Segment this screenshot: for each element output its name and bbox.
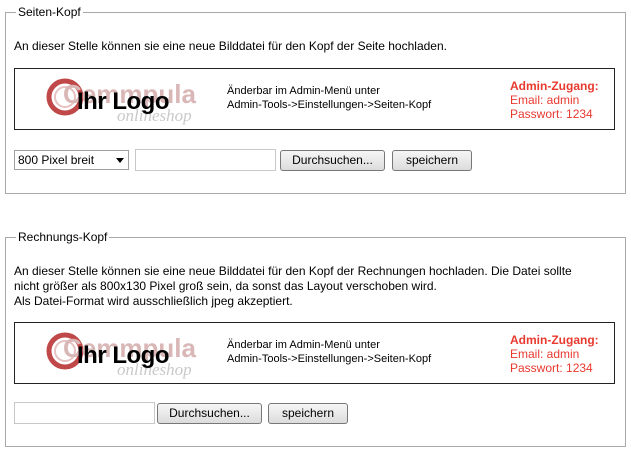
admin-title: Admin-Zugang: (510, 333, 599, 347)
width-select-value: 800 Pixel breit (18, 153, 95, 167)
note-line: Admin-Tools->Einstellungen->Seiten-Kopf (227, 353, 432, 365)
logo-text: Ihr Logo (77, 88, 169, 115)
admin-credentials: Admin-Zugang: Email: admin Passwort: 123… (510, 79, 599, 121)
save-button[interactable]: speichern (268, 403, 348, 424)
note-line: Änderbar im Admin-Menü unter (227, 339, 380, 351)
note-line: Admin-Tools->Einstellungen->Seiten-Kopf (227, 99, 432, 111)
invoice-preview-banner: Cemmpula onlineshop Ihr Logo Änderbar im… (14, 322, 615, 384)
admin-title: Admin-Zugang: (510, 79, 599, 93)
description-line: An dieser Stelle können sie eine neue Bi… (14, 39, 447, 53)
admin-password: Passwort: 1234 (510, 361, 593, 375)
save-button[interactable]: speichern (392, 150, 472, 171)
width-select[interactable]: 800 Pixel breit (14, 150, 129, 170)
browse-button[interactable]: Durchsuchen... (157, 403, 262, 424)
admin-email: Email: admin (510, 93, 580, 107)
logo-text: Ihr Logo (77, 342, 169, 369)
header-preview-banner: Cemmpula onlineshop Ihr Logo Änderbar im… (14, 68, 615, 130)
admin-email: Email: admin (510, 347, 580, 361)
description-line: An dieser Stelle können sie eine neue Bi… (14, 264, 572, 278)
note-line: Änderbar im Admin-Menü unter (227, 85, 380, 97)
browse-button[interactable]: Durchsuchen... (280, 150, 385, 171)
logo: Cemmpula onlineshop Ihr Logo (45, 75, 225, 125)
section-description: An dieser Stelle können sie eine neue Bi… (14, 264, 572, 309)
description-line: nicht größer als 800x130 Pixel groß sein… (14, 279, 437, 293)
admin-menu-note: Änderbar im Admin-Menü unter Admin-Tools… (227, 338, 431, 366)
admin-menu-note: Änderbar im Admin-Menü unter Admin-Tools… (227, 84, 431, 112)
logo: Cemmpula onlineshop Ihr Logo (45, 329, 225, 379)
admin-credentials: Admin-Zugang: Email: admin Passwort: 123… (510, 333, 599, 375)
chevron-down-icon (116, 158, 124, 163)
section-legend: Rechnungs-Kopf (16, 230, 110, 244)
file-path-input[interactable] (135, 149, 276, 171)
admin-password: Passwort: 1234 (510, 107, 593, 121)
seiten-kopf-section: Seiten-Kopf An dieser Stelle können sie … (5, 5, 626, 194)
description-line: Als Datei-Format wird ausschließlich jpe… (14, 294, 293, 308)
file-path-input[interactable] (14, 402, 155, 424)
section-legend: Seiten-Kopf (16, 5, 83, 19)
section-description: An dieser Stelle können sie eine neue Bi… (14, 39, 447, 54)
rechnungs-kopf-section: Rechnungs-Kopf An dieser Stelle können s… (5, 230, 626, 447)
